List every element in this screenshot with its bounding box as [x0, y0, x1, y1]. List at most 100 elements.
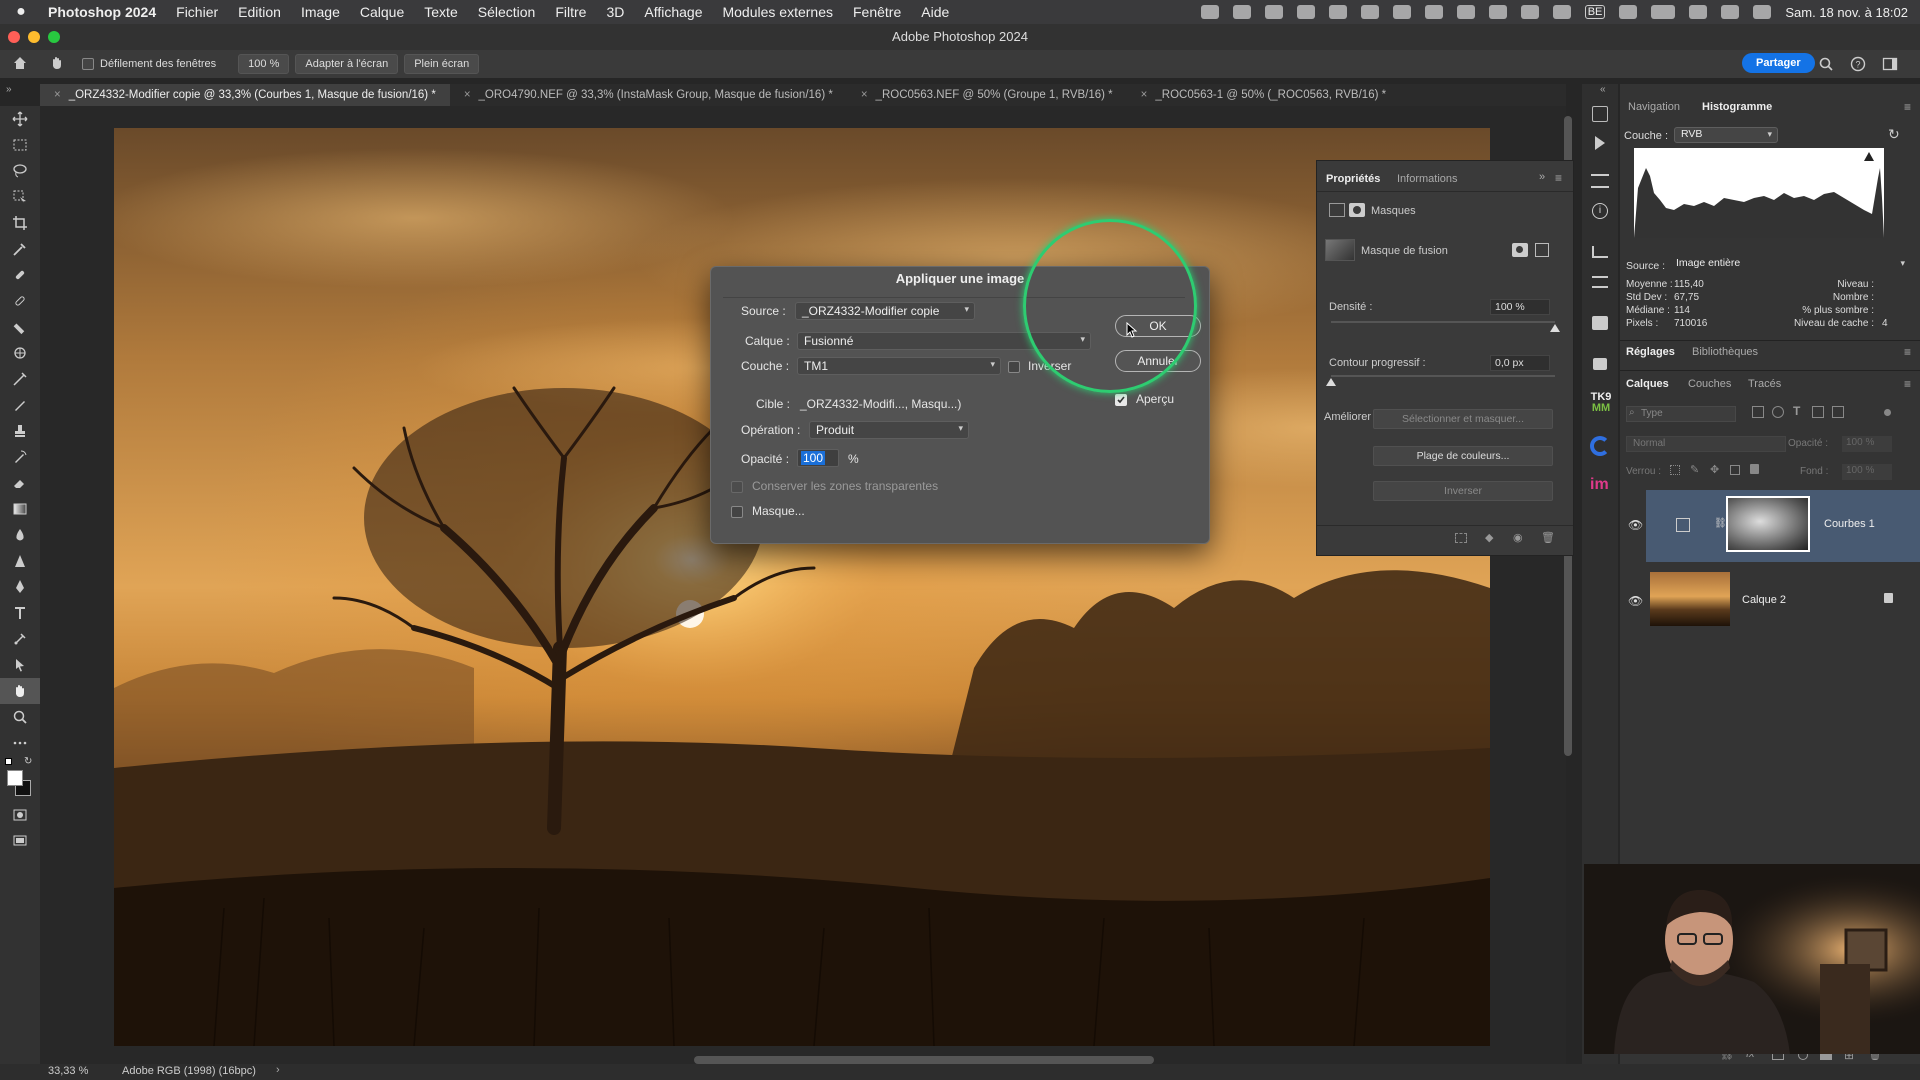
tab-libraries[interactable]: Bibliothèques	[1692, 346, 1758, 358]
density-slider-thumb[interactable]	[1550, 324, 1560, 332]
layer-mask-thumbnail[interactable]	[1726, 496, 1810, 552]
chain-link-icon[interactable]: ⛓	[1714, 518, 1727, 529]
clock[interactable]: Sam. 18 nov. à 18:02	[1785, 5, 1908, 20]
fill-input[interactable]: 100 %	[1842, 464, 1892, 480]
window-icon[interactable]	[1360, 5, 1379, 19]
crop-tool-icon[interactable]	[0, 210, 40, 236]
close-tab-icon[interactable]: ×	[1141, 89, 1148, 101]
dodge-tool-icon[interactable]	[0, 548, 40, 574]
tab-layers[interactable]: Calques	[1626, 378, 1669, 390]
quick-mask-icon[interactable]	[0, 802, 40, 828]
swap-colors-icon[interactable]: ↻	[24, 756, 32, 767]
creative-cloud-icon[interactable]	[1200, 5, 1219, 19]
close-tab-icon[interactable]: ×	[464, 89, 471, 101]
workspace-icon[interactable]	[1882, 56, 1898, 75]
lasso-tool-icon[interactable]	[0, 158, 40, 184]
layer-opacity-input[interactable]: 100 %	[1842, 436, 1892, 452]
search-icon[interactable]	[1818, 56, 1834, 75]
adjustment-brush-icon[interactable]	[0, 340, 40, 366]
eraser-tool-icon[interactable]	[0, 470, 40, 496]
default-colors-icon[interactable]	[5, 758, 12, 765]
zoom-window-button[interactable]	[48, 31, 60, 43]
menu-item-texte[interactable]: Texte	[414, 4, 467, 20]
delete-mask-icon[interactable]: 🗑	[1541, 531, 1555, 544]
layer-row-curves[interactable]: 👁 ⛓ Courbes 1	[1628, 490, 1920, 562]
plugin-bag-icon[interactable]	[1593, 358, 1607, 370]
invert-checkbox[interactable]	[1008, 361, 1020, 373]
screen-record-icon[interactable]	[1296, 5, 1315, 19]
visibility-eye-icon[interactable]: 👁	[1628, 594, 1643, 608]
foreground-color-swatch[interactable]	[7, 770, 23, 786]
layer-name[interactable]: Courbes 1	[1824, 518, 1875, 530]
brush-settings-icon[interactable]	[1592, 246, 1608, 258]
filter-pixel-icon[interactable]	[1752, 406, 1764, 418]
menu-item-calque[interactable]: Calque	[350, 4, 414, 20]
panel-menu-icon[interactable]: ≡	[1904, 377, 1911, 391]
move-tool-icon[interactable]	[0, 106, 40, 132]
blending-select[interactable]: Produit ▾	[809, 421, 969, 439]
marquee-tool-icon[interactable]	[0, 132, 40, 158]
play-icon[interactable]	[1488, 5, 1507, 19]
lock-all-icon[interactable]	[1750, 464, 1759, 474]
info-icon[interactable]: i	[1592, 203, 1608, 219]
tab-channels[interactable]: Couches	[1688, 378, 1731, 390]
patch-tool-icon[interactable]	[0, 314, 40, 340]
control-center-icon[interactable]	[1753, 5, 1772, 19]
pen-tool-icon[interactable]	[0, 574, 40, 600]
lock-position-icon[interactable]: ✥	[1710, 463, 1719, 476]
display-icon[interactable]	[1424, 5, 1443, 19]
type-tool-icon[interactable]	[0, 600, 40, 626]
menu-item-fenetre[interactable]: Fenêtre	[843, 4, 911, 20]
filter-adjustment-icon[interactable]	[1772, 406, 1784, 418]
lock-pixels-icon[interactable]: ✎	[1690, 463, 1699, 476]
full-screen-button[interactable]: Plein écran	[404, 54, 480, 74]
panel-menu-icon[interactable]: ≡	[1555, 171, 1562, 185]
spot-healing-tool-icon[interactable]	[0, 288, 40, 314]
app-menu[interactable]: Photoshop 2024	[42, 4, 166, 20]
histogram-source-select[interactable]: Image entière ▾	[1670, 257, 1910, 273]
remove-tool-icon[interactable]	[0, 366, 40, 392]
collapse-strip-icon[interactable]: «	[1600, 84, 1606, 95]
keyboard-layout-badge[interactable]: BE	[1584, 5, 1606, 19]
camera-icon[interactable]	[1328, 5, 1347, 19]
tab-properties[interactable]: Propriétés	[1326, 173, 1380, 185]
tk9-plugin-icon[interactable]: TK9 MM	[1588, 392, 1614, 414]
scroll-all-windows-checkbox[interactable]	[82, 58, 94, 70]
zoom-level[interactable]: 33,33 %	[48, 1065, 88, 1077]
status-chevron-icon[interactable]: ›	[276, 1064, 280, 1076]
menu-item-affichage[interactable]: Affichage	[634, 4, 712, 20]
zoom-100-button[interactable]: 100 %	[238, 54, 290, 74]
menu-item-modules-externes[interactable]: Modules externes	[712, 4, 843, 20]
filter-toggle-icon[interactable]	[1884, 409, 1891, 416]
select-and-mask-button[interactable]: Sélectionner et masquer...	[1373, 409, 1553, 429]
expand-panel-icon[interactable]: »	[1539, 171, 1545, 183]
feather-slider-thumb[interactable]	[1326, 378, 1336, 386]
close-tab-icon[interactable]: ×	[861, 89, 868, 101]
tab-navigation[interactable]: Navigation	[1628, 101, 1680, 113]
density-slider[interactable]	[1331, 321, 1555, 323]
vector-mask-icon[interactable]	[1535, 243, 1549, 257]
toggle-mask-icon[interactable]: ◉	[1513, 531, 1523, 544]
filter-smart-object-icon[interactable]	[1832, 406, 1844, 418]
document-profile[interactable]: Adobe RGB (1998) (16bpc)	[122, 1065, 256, 1077]
eyedropper-tool-icon[interactable]	[0, 236, 40, 262]
collapse-left-icon[interactable]: »	[6, 84, 12, 95]
invert-mask-button[interactable]: Inverser	[1373, 481, 1553, 501]
im-plugin-icon[interactable]: im	[1590, 476, 1609, 494]
panel-menu-icon[interactable]: ≡	[1904, 345, 1911, 359]
tab-document-2[interactable]: × _ORO4790.NEF @ 33,3% (InstaMask Group, …	[450, 84, 847, 106]
hand-tool-preset-icon[interactable]	[40, 55, 74, 74]
source-select[interactable]: _ORZ4332-Modifier copie ▾	[795, 302, 975, 320]
load-selection-icon[interactable]	[1455, 533, 1467, 543]
lock-transparent-icon[interactable]	[1670, 465, 1680, 475]
minimize-window-button[interactable]	[28, 31, 40, 43]
wifi-icon[interactable]	[1689, 5, 1708, 19]
layer-name[interactable]: Calque 2	[1742, 594, 1786, 606]
volume-icon[interactable]	[1456, 5, 1475, 19]
tab-document-1[interactable]: × _ORZ4332-Modifier copie @ 33,3% (Courbe…	[40, 84, 450, 106]
share-button[interactable]: Partager	[1742, 53, 1815, 73]
feather-input[interactable]: 0,0 px	[1490, 355, 1550, 371]
airdrop-icon[interactable]	[1520, 5, 1539, 19]
density-input[interactable]: 100 %	[1490, 299, 1550, 315]
fit-screen-button[interactable]: Adapter à l'écran	[295, 54, 399, 74]
